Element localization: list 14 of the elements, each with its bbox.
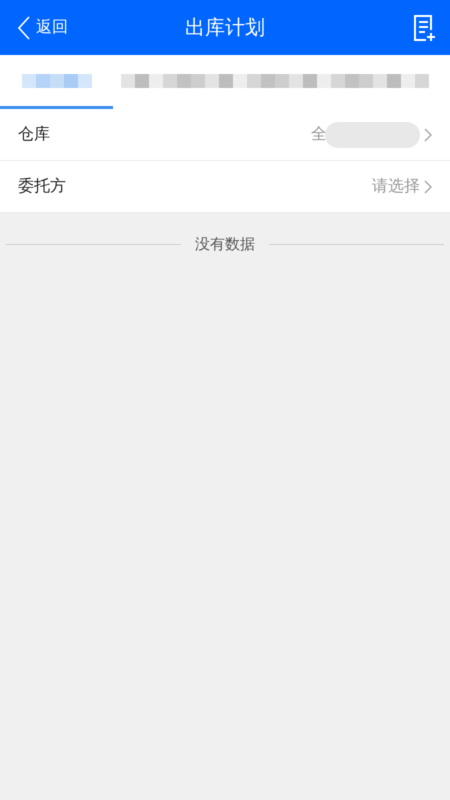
field-value[interactable]: 请选择	[372, 176, 432, 197]
chevron-right-icon	[424, 128, 432, 142]
add-document-icon[interactable]	[412, 14, 438, 42]
back-button[interactable]: 返回	[18, 16, 68, 40]
page-title: 出库计划	[185, 15, 265, 39]
empty-message: 没有数据	[195, 235, 255, 254]
chevron-right-icon	[424, 180, 432, 194]
form-row[interactable]: 仓库 全	[0, 109, 450, 161]
pixelated-label	[22, 74, 92, 88]
field-value[interactable]: 全	[311, 122, 432, 148]
back-icon	[18, 16, 30, 40]
form-row[interactable]: 委托方 请选择	[0, 161, 450, 213]
field-label: 仓库	[18, 124, 50, 145]
field-label: 委托方	[18, 176, 66, 197]
